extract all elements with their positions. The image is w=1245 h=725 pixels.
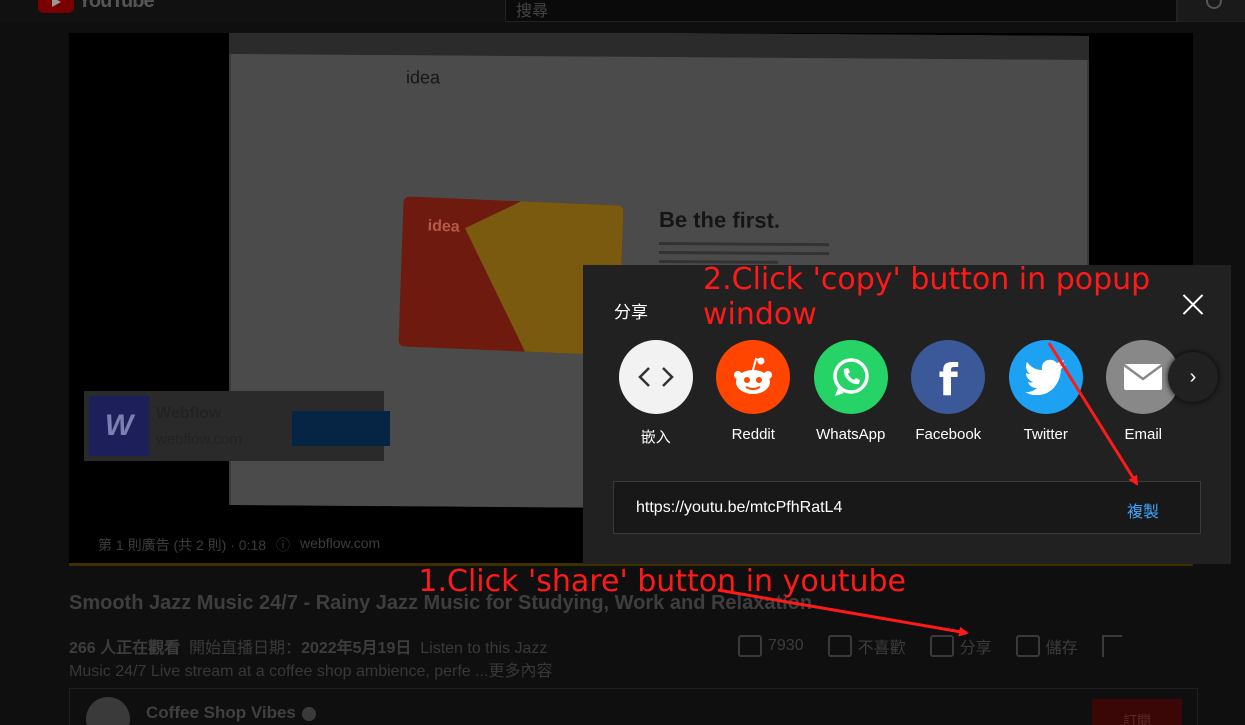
description-line-1: Listen to this Jazz [420, 640, 548, 657]
ad-counter: 第 1 則廣告 (共 2 則) · 0:18 [98, 537, 267, 553]
video-description: Music 24/7 Live stream at a coffee shop … [69, 657, 553, 681]
share-target-label: Email [1124, 426, 1162, 443]
reddit-icon [716, 340, 791, 414]
facebook-icon: f [911, 340, 986, 414]
verified-icon [301, 706, 316, 721]
youtube-wordmark: YouTube [78, 0, 155, 12]
ad-name: Webflow [156, 405, 222, 422]
dislike-label: 不喜歡 [857, 640, 906, 657]
share-button[interactable]: 分享 [929, 634, 992, 658]
whatsapp-icon [813, 340, 888, 414]
playlist-add-icon [1015, 635, 1040, 657]
video-actions: 7930 不喜歡 分享 儲存 [738, 634, 1122, 658]
start-label: 開始直播日期： [189, 640, 302, 657]
viewer-count: 266 人正在觀看 [69, 640, 181, 657]
copy-button[interactable]: 複製 [1127, 498, 1159, 522]
like-button[interactable]: 7930 [738, 635, 804, 657]
subscribe-button[interactable]: 訂閱 [1092, 699, 1182, 725]
dislike-button[interactable]: 不喜歡 [827, 634, 906, 658]
share-dialog-title: 分享 [614, 303, 648, 322]
video-stats: 266 人正在觀看 開始直播日期：2022年5月19日 Listen to th… [69, 634, 547, 658]
embed-icon [618, 340, 693, 414]
save-button[interactable]: 儲存 [1015, 634, 1078, 658]
thumbs-down-icon [827, 635, 852, 657]
channel-avatar[interactable] [86, 697, 130, 725]
ad-cta-button[interactable] [292, 411, 390, 446]
search-placeholder: 搜尋 [516, 3, 549, 20]
close-icon[interactable] [1181, 293, 1205, 317]
chevron-right-icon[interactable]: › [1168, 352, 1218, 402]
ad-info-bar: 第 1 則廣告 (共 2 則) · 0:18 ⓘ webflow.com [98, 535, 380, 555]
top-bar: YouTube 搜尋 [0, 0, 1245, 22]
share-target-label: Facebook [915, 426, 982, 443]
share-icon [929, 635, 954, 657]
search-button[interactable] [1177, 0, 1245, 22]
share-target-label: Twitter [1023, 426, 1068, 443]
recorded-card-text: idea [427, 217, 460, 236]
search-input[interactable]: 搜尋 [505, 0, 1177, 22]
ad-link[interactable]: webflow.com [300, 535, 380, 555]
youtube-logo[interactable]: YouTube [38, 0, 155, 13]
share-target-twitter[interactable]: Twitter [997, 340, 1095, 447]
share-target-whatsapp[interactable]: WhatsApp [802, 340, 900, 447]
info-icon[interactable]: ⓘ [276, 535, 290, 555]
share-target-label: 嵌入 [640, 429, 671, 446]
share-target-reddit[interactable]: Reddit [705, 340, 803, 447]
share-url: https://youtu.be/mtcPfhRatL4 [636, 499, 843, 516]
like-count: 7930 [768, 637, 804, 654]
twitter-icon [1008, 340, 1083, 414]
share-label: 分享 [959, 640, 992, 657]
recorded-headline: Be the first. [659, 207, 781, 233]
description-line-2: Music 24/7 Live stream at a coffee shop … [69, 663, 471, 680]
channel-bar: Coffee Shop Vibes 訂閱 [69, 688, 1198, 725]
annotation-step-1: 1.Click 'share' button in youtube [418, 564, 906, 599]
youtube-play-icon [38, 0, 74, 13]
ad-overlay[interactable]: W Webflow webflow.com [84, 391, 390, 461]
share-target-label: Reddit [731, 426, 775, 443]
youtube-page: YouTube 搜尋 idea idea Be the first. W Web… [0, 0, 1245, 725]
webflow-logo: W [89, 396, 149, 456]
share-target-embed[interactable]: 嵌入 [607, 340, 705, 447]
recorded-site-logo: idea [406, 67, 441, 88]
annotation-step-2: 2.Click 'copy' button in popup window [703, 262, 1151, 332]
start-date: 2022年5月19日 [301, 640, 412, 657]
share-url-field[interactable]: https://youtu.be/mtcPfhRatL4 複製 [613, 481, 1201, 534]
report-flag-icon[interactable] [1101, 635, 1122, 657]
share-targets: 嵌入 Reddit WhatsApp f Facebook Twitter Em… [607, 340, 1192, 447]
ad-domain: webflow.com [156, 431, 242, 448]
thumbs-up-icon [738, 635, 762, 657]
share-target-facebook[interactable]: f Facebook [900, 340, 998, 447]
share-target-label: WhatsApp [816, 426, 886, 443]
search-icon [1206, 0, 1222, 9]
show-more-link[interactable]: ...更多內容 [475, 663, 552, 680]
save-label: 儲存 [1045, 640, 1078, 657]
channel-name[interactable]: Coffee Shop Vibes [146, 703, 316, 723]
